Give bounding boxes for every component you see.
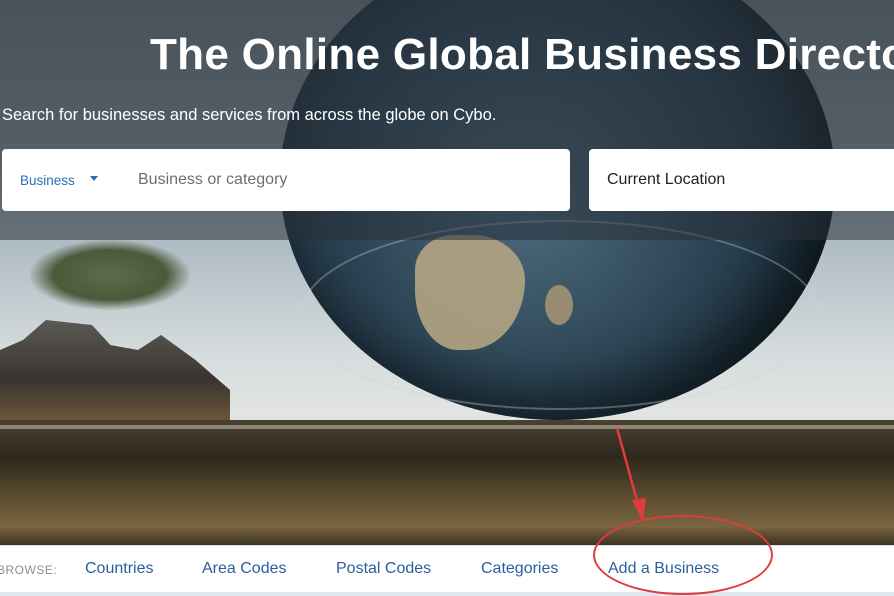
chevron-down-icon [89,175,98,181]
annotation-circle [593,515,773,595]
browse-link-postal-codes[interactable]: Postal Codes [336,560,431,578]
hero-ground [0,420,894,545]
page-title: The Online Global Business Directory [150,30,894,79]
tree-silhouette [30,240,190,310]
browse-label: BROWSE: [0,563,58,577]
search-input[interactable] [138,149,570,211]
search-type-label: Business [20,172,75,188]
location-box [589,149,894,211]
page-subtitle: Search for businesses and services from … [2,106,497,124]
ground-horizon [0,425,894,429]
browse-link-countries[interactable]: Countries [85,560,153,578]
location-input[interactable] [589,149,894,211]
search-box: Business [2,149,570,211]
hero-banner: The Online Global Business Directory Sea… [0,0,894,545]
browse-link-area-codes[interactable]: Area Codes [202,560,287,578]
search-type-dropdown[interactable]: Business [20,149,138,211]
continent-madagascar [545,285,573,325]
browse-link-categories[interactable]: Categories [481,560,558,578]
